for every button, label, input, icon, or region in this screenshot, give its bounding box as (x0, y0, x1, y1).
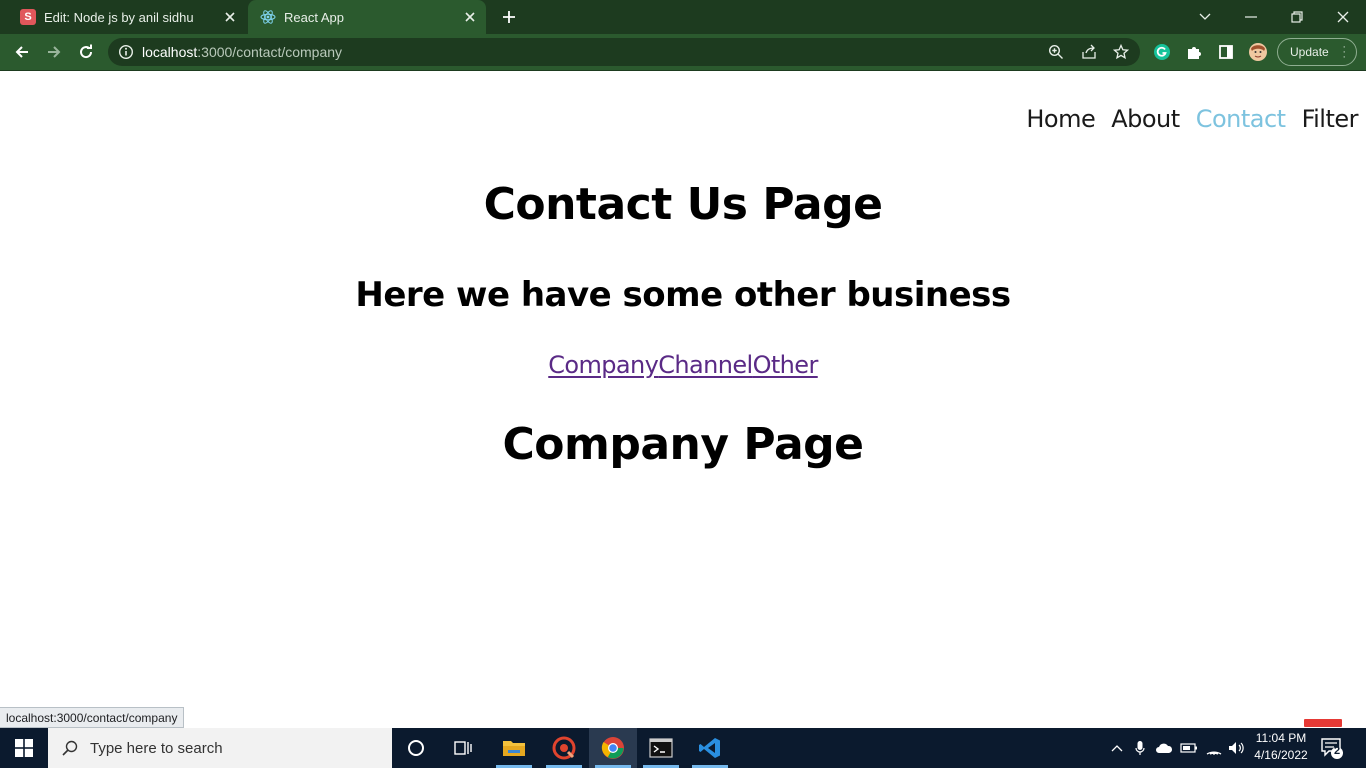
terminal-icon[interactable] (637, 728, 685, 768)
tab-search-chevron-down-icon[interactable] (1182, 0, 1228, 34)
minimize-icon[interactable] (1228, 0, 1274, 34)
nav-link-contact[interactable]: Contact (1196, 105, 1286, 133)
subscribe-badge (1304, 719, 1342, 727)
site-info-icon[interactable] (118, 44, 134, 60)
taskbar-search-box[interactable]: Type here to search (48, 728, 392, 768)
cortana-circle-icon[interactable] (392, 728, 440, 768)
tab-title: Edit: Node js by anil sidhu (44, 9, 194, 25)
taskbar-clock[interactable]: 11:04 PM 4/16/2022 (1248, 730, 1314, 764)
tray-chevron-up-icon[interactable] (1106, 728, 1128, 768)
zoom-icon[interactable] (1048, 44, 1064, 64)
back-arrow-icon[interactable] (10, 40, 34, 64)
tab-title: React App (284, 9, 344, 25)
grammarly-extension-icon[interactable] (1150, 40, 1174, 64)
nav-link-home[interactable]: Home (1026, 105, 1095, 133)
link-channel[interactable]: Channel (658, 351, 753, 379)
onedrive-cloud-icon[interactable] (1152, 728, 1176, 768)
link-status-tooltip: localhost:3000/contact/company (0, 707, 185, 728)
start-windows-icon[interactable] (0, 728, 48, 768)
section-title: Company Page (502, 419, 864, 470)
close-icon[interactable] (460, 7, 480, 27)
address-bar[interactable]: localhost:3000/contact/company (108, 38, 1140, 66)
top-nav: Home About Contact Filter (1026, 105, 1358, 133)
battery-icon[interactable] (1178, 728, 1200, 768)
close-icon[interactable] (220, 7, 240, 27)
link-other[interactable]: Other (753, 351, 819, 379)
nav-link-about[interactable]: About (1111, 105, 1180, 133)
file-explorer-icon[interactable] (490, 728, 538, 768)
restore-icon[interactable] (1274, 0, 1320, 34)
extensions-puzzle-icon[interactable] (1182, 40, 1206, 64)
bookmark-star-icon[interactable] (1112, 43, 1130, 64)
browser-toolbar: localhost:3000/contact/company Update · ·… (0, 34, 1366, 70)
vscode-icon[interactable] (686, 728, 734, 768)
clock-date: 4/16/2022 (1254, 748, 1308, 762)
page-title: Contact Us Page (483, 179, 883, 230)
more-vert-icon: · · · (1342, 41, 1346, 63)
forward-arrow-icon[interactable] (42, 40, 66, 64)
update-button[interactable]: Update · · · (1277, 38, 1357, 66)
react-icon (260, 9, 276, 25)
chrome-icon[interactable] (589, 728, 637, 768)
url-path: :3000/contact/company (197, 44, 343, 60)
profile-avatar[interactable] (1246, 40, 1270, 64)
share-icon[interactable] (1081, 44, 1097, 64)
nav-link-filter[interactable]: Filter (1302, 105, 1359, 133)
notification-center-icon[interactable]: 2 (1320, 736, 1344, 760)
url-host: localhost (142, 44, 198, 60)
reload-icon[interactable] (74, 40, 98, 64)
url-text: localhost:3000/contact/company (142, 44, 342, 60)
notification-count: 2 (1333, 745, 1341, 757)
browser-tab-strip: S Edit: Node js by anil sidhu React App (0, 0, 1366, 34)
close-window-icon[interactable] (1320, 0, 1366, 34)
side-panel-icon[interactable] (1214, 40, 1238, 64)
windows-taskbar: Type here to search 11:04 PM 4/16/2022 2 (0, 728, 1366, 768)
microphone-icon[interactable] (1130, 728, 1150, 768)
task-view-icon[interactable] (440, 728, 488, 768)
new-tab-button[interactable] (496, 5, 522, 29)
volume-icon[interactable] (1226, 728, 1248, 768)
link-company[interactable]: Company (548, 351, 659, 379)
sub-nav-links: CompanyChannelOther (0, 351, 1366, 379)
tab-react-app[interactable]: React App (248, 0, 486, 34)
update-label: Update (1290, 45, 1329, 59)
search-placeholder: Type here to search (90, 739, 223, 757)
tab-favicon-s: S (20, 9, 36, 25)
page-content: Home About Contact Filter Contact Us Pag… (0, 71, 1366, 728)
tab-edit-node-js[interactable]: S Edit: Node js by anil sidhu (8, 0, 246, 34)
screen-recorder-icon[interactable] (540, 728, 588, 768)
wifi-icon[interactable] (1202, 728, 1226, 768)
search-icon (62, 740, 78, 756)
clock-time: 11:04 PM (1255, 731, 1307, 745)
page-subtitle: Here we have some other business (355, 275, 1011, 315)
